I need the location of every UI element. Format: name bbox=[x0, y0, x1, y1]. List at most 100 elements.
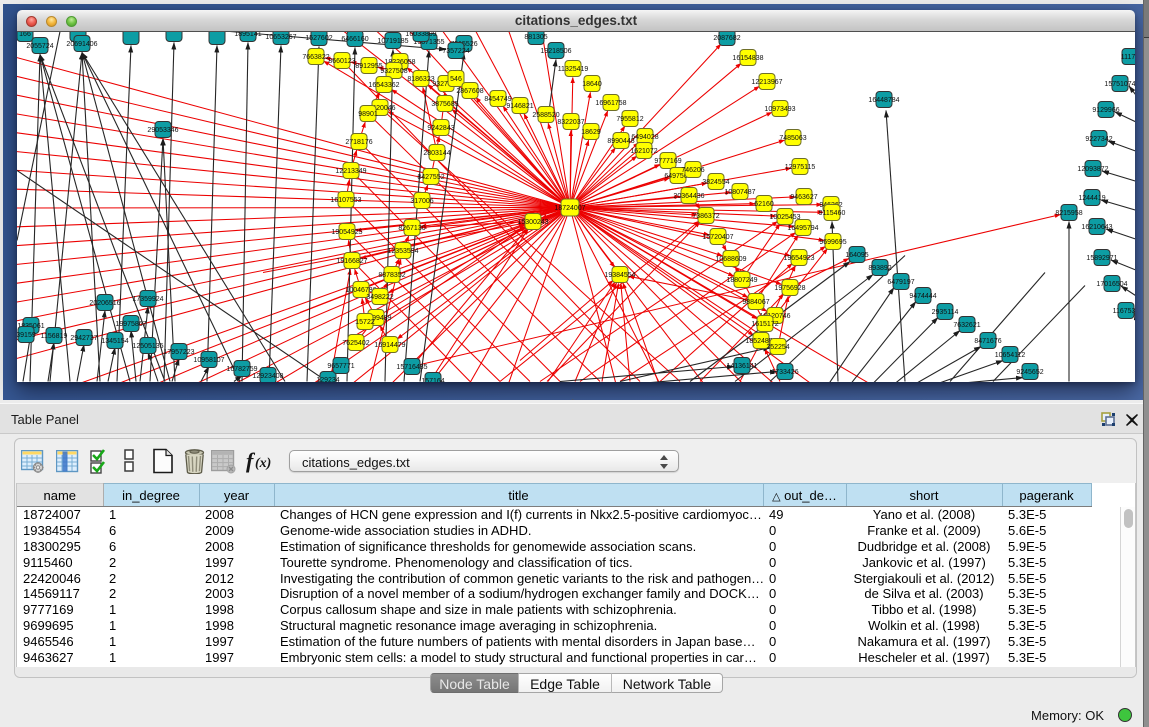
svg-text:546: 546 bbox=[450, 76, 462, 83]
svg-text:15751074: 15751074 bbox=[1104, 81, 1135, 88]
svg-text:7955812: 7955812 bbox=[616, 116, 643, 123]
svg-text:9699695: 9699695 bbox=[819, 239, 846, 246]
svg-text:19166827: 19166827 bbox=[336, 258, 367, 265]
svg-text:8427552: 8427552 bbox=[417, 174, 444, 181]
svg-text:18629: 18629 bbox=[581, 129, 601, 136]
svg-text:3498222: 3498222 bbox=[366, 294, 393, 301]
svg-text:20206516: 20206516 bbox=[89, 300, 120, 307]
svg-text:15720407: 15720407 bbox=[702, 234, 733, 241]
svg-text:9327508: 9327508 bbox=[380, 68, 407, 75]
svg-text:2718176: 2718176 bbox=[345, 139, 372, 146]
svg-text:1244419: 1244419 bbox=[1078, 195, 1105, 202]
svg-text:6479197: 6479197 bbox=[887, 279, 914, 286]
svg-text:12093872: 12093872 bbox=[1077, 166, 1108, 173]
svg-text:2087682: 2087682 bbox=[713, 35, 740, 42]
svg-text:7386372: 7386372 bbox=[692, 213, 719, 220]
svg-text:2867608: 2867608 bbox=[456, 88, 483, 95]
svg-text:2588520: 2588520 bbox=[532, 112, 559, 119]
svg-text:19975867: 19975867 bbox=[115, 321, 146, 328]
svg-text:18807249: 18807249 bbox=[726, 277, 757, 284]
svg-text:8660123: 8660123 bbox=[328, 58, 355, 65]
svg-text:18724007: 18724007 bbox=[554, 205, 585, 212]
svg-text:9129966: 9129966 bbox=[1092, 107, 1119, 114]
svg-text:9146821: 9146821 bbox=[506, 103, 533, 110]
svg-text:1345154: 1345154 bbox=[101, 338, 128, 345]
svg-text:9777169: 9777169 bbox=[654, 158, 681, 165]
svg-text:10719185: 10719185 bbox=[377, 38, 408, 45]
svg-text:11325419: 11325419 bbox=[558, 66, 589, 73]
svg-text:1156819: 1156819 bbox=[41, 333, 68, 340]
svg-text:10958107: 10958107 bbox=[193, 357, 224, 364]
svg-text:11172: 11172 bbox=[1121, 54, 1135, 61]
svg-text:157164: 157164 bbox=[421, 378, 444, 382]
svg-text:9657771: 9657771 bbox=[327, 363, 354, 370]
svg-text:9463627: 9463627 bbox=[790, 194, 817, 201]
svg-text:12353594: 12353594 bbox=[387, 248, 418, 255]
svg-text:10654112: 10654112 bbox=[995, 352, 1026, 359]
svg-text:17016504: 17016504 bbox=[1096, 281, 1127, 288]
svg-text:8267130: 8267130 bbox=[398, 225, 425, 232]
svg-text:16543362: 16543362 bbox=[368, 82, 399, 89]
svg-text:1167533: 1167533 bbox=[1113, 308, 1135, 315]
svg-text:10653267: 10653267 bbox=[265, 34, 296, 41]
svg-text:14136141: 14136141 bbox=[726, 363, 757, 370]
svg-text:166: 166 bbox=[19, 32, 31, 38]
svg-text:2935114: 2935114 bbox=[932, 309, 959, 316]
svg-text:17359924: 17359924 bbox=[132, 296, 163, 303]
svg-text:16914479: 16914479 bbox=[374, 342, 405, 349]
svg-text:39159: 39159 bbox=[17, 332, 36, 339]
svg-text:19756928: 19756928 bbox=[774, 285, 805, 292]
svg-text:16107553: 16107553 bbox=[330, 197, 361, 204]
svg-text:164095: 164095 bbox=[845, 252, 868, 259]
svg-text:16210643: 16210643 bbox=[1081, 224, 1112, 231]
svg-text:20691406: 20691406 bbox=[66, 41, 97, 48]
svg-text:9474444: 9474444 bbox=[909, 293, 936, 300]
svg-text:9227342: 9227342 bbox=[1085, 136, 1112, 143]
svg-text:15716485: 15716485 bbox=[396, 364, 427, 371]
svg-text:7485063: 7485063 bbox=[779, 135, 806, 142]
svg-text:62160: 62160 bbox=[754, 201, 774, 208]
svg-text:3824554: 3824554 bbox=[702, 179, 729, 186]
svg-text:16033809: 16033809 bbox=[405, 32, 436, 38]
svg-text:10688609: 10688609 bbox=[715, 256, 746, 263]
svg-text:98901: 98901 bbox=[358, 111, 378, 118]
svg-text:19054925: 19054925 bbox=[331, 229, 362, 236]
svg-text:20364436: 20364436 bbox=[673, 193, 704, 200]
svg-text:8322037: 8322037 bbox=[557, 119, 584, 126]
svg-text:1527602: 1527602 bbox=[305, 35, 332, 42]
svg-text:16448784: 16448784 bbox=[868, 97, 899, 104]
svg-text:9245652: 9245652 bbox=[1016, 369, 1043, 376]
svg-text:8878352: 8878352 bbox=[378, 272, 405, 279]
svg-text:7357224: 7357224 bbox=[442, 48, 469, 55]
svg-text:29053346: 29053346 bbox=[147, 127, 178, 134]
svg-text:2055724: 2055724 bbox=[26, 43, 53, 50]
svg-text:12923408: 12923408 bbox=[252, 373, 283, 380]
svg-text:8912955: 8912955 bbox=[355, 63, 382, 70]
svg-text:19218506: 19218506 bbox=[540, 48, 571, 55]
svg-text:19654923: 19654923 bbox=[783, 255, 814, 262]
svg-text:18640: 18640 bbox=[582, 81, 602, 88]
svg-text:129234: 129234 bbox=[316, 377, 339, 382]
svg-text:317006: 317006 bbox=[410, 198, 433, 205]
svg-text:15300243: 15300243 bbox=[517, 219, 548, 226]
svg-text:6466160: 6466160 bbox=[341, 36, 368, 43]
svg-text:6494028: 6494028 bbox=[631, 134, 658, 141]
svg-text:7632621: 7632621 bbox=[953, 322, 980, 329]
svg-text:1615172: 1615172 bbox=[751, 321, 778, 328]
svg-text:1621072: 1621072 bbox=[630, 148, 657, 155]
svg-text:12505135: 12505135 bbox=[132, 343, 163, 350]
svg-text:15892971: 15892971 bbox=[1086, 255, 1117, 262]
svg-text:881305: 881305 bbox=[524, 34, 547, 41]
svg-text:12975115: 12975115 bbox=[785, 164, 816, 171]
svg-text:746206: 746206 bbox=[681, 167, 704, 174]
svg-text:7663822: 7663822 bbox=[302, 54, 329, 61]
svg-text:16782759: 16782759 bbox=[226, 366, 257, 373]
svg-text:12213349: 12213349 bbox=[335, 168, 366, 175]
svg-text:2803144: 2803144 bbox=[423, 150, 450, 157]
svg-text:7625402: 7625402 bbox=[342, 340, 369, 347]
svg-text:8471676: 8471676 bbox=[974, 338, 1001, 345]
svg-text:10807487: 10807487 bbox=[724, 189, 755, 196]
svg-text:16495794: 16495794 bbox=[787, 225, 818, 232]
svg-text:8454749: 8454749 bbox=[484, 96, 511, 103]
svg-text:1895141: 1895141 bbox=[234, 32, 261, 38]
